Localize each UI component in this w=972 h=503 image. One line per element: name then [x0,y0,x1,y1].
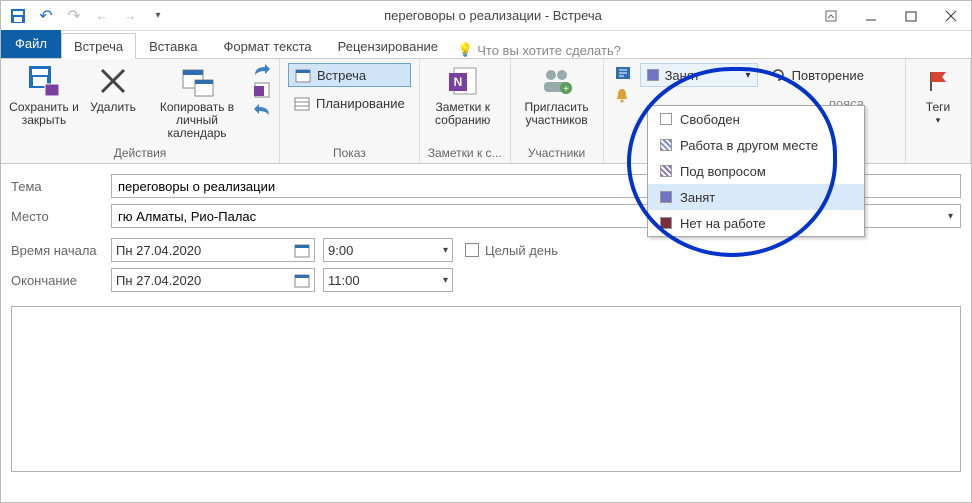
start-date-input[interactable]: Пн 27.04.2020 [111,238,315,262]
save-icon[interactable] [9,7,27,25]
end-label: Окончание [11,273,111,288]
busy-swatch-icon [660,191,672,203]
start-label: Время начала [11,243,111,258]
ribbon-collapse-icon[interactable] [811,1,851,31]
recurrence-icon [770,67,786,83]
calendar-icon [295,67,311,83]
next-icon[interactable]: → [121,7,139,25]
status-busy[interactable]: Занят [648,184,864,210]
qat-customize-icon[interactable]: ▾ [149,7,167,25]
status-free[interactable]: Свободен [648,106,864,132]
invite-attendees-button[interactable]: + Пригласить участников [519,63,595,127]
redo-icon[interactable]: ↷ [65,7,83,25]
tags-button[interactable]: Теги ▾ [914,63,962,127]
tab-meeting[interactable]: Встреча [61,33,136,59]
chevron-down-icon: ▾ [936,114,941,127]
minimize-icon[interactable] [851,1,891,31]
tentative-swatch-icon [660,165,672,177]
tab-file[interactable]: Файл [1,30,61,58]
attendees-icon: + [539,63,575,99]
prev-icon[interactable]: ← [93,7,111,25]
chevron-down-icon: ▾ [443,245,448,256]
all-day-checkbox[interactable]: Целый день [465,243,558,258]
body-textarea[interactable] [11,306,961,472]
status-tentative[interactable]: Под вопросом [648,158,864,184]
forward-icon[interactable] [253,63,271,77]
delete-button[interactable]: Удалить [85,63,141,114]
copy-calendar-button[interactable]: Копировать в личный календарь [147,63,247,140]
end-date-input[interactable]: Пн 27.04.2020 [111,268,315,292]
location-label: Место [11,209,111,224]
reply-icon[interactable] [253,103,271,117]
elsewhere-swatch-icon [660,139,672,151]
reminder-icon[interactable] [612,85,634,105]
status-oof[interactable]: Нет на работе [648,210,864,236]
save-close-button[interactable]: Сохранить и закрыть [9,63,79,127]
subject-label: Тема [11,179,111,194]
onenote-small-icon[interactable] [253,81,271,99]
calendar-picker-icon[interactable] [294,242,310,258]
chevron-down-icon: ▾ [443,275,448,286]
group-show-label: Показ [288,144,411,161]
busy-swatch-icon [647,69,659,81]
tell-me-icon: 💡 [457,42,473,58]
tell-me-input[interactable]: Что вы хотите сделать? [477,43,621,58]
planning-icon [294,95,310,111]
svg-text:N: N [453,75,462,89]
start-time-input[interactable]: 9:00 ▾ [323,238,453,262]
undo-icon[interactable]: ↶ [37,7,55,25]
window-title: переговоры о реализации - Встреча [175,8,811,23]
save-close-icon [26,63,62,99]
meeting-notes-button[interactable]: N Заметки к собранию [428,63,498,127]
tab-format[interactable]: Формат текста [210,33,324,59]
oof-swatch-icon [660,217,672,229]
show-as-dropdown[interactable]: Занят ▾ [640,63,758,87]
calendar-picker-icon[interactable] [294,272,310,288]
tab-review[interactable]: Рецензирование [325,33,451,59]
status-working-elsewhere[interactable]: Работа в другом месте [648,132,864,158]
group-attendees-label: Участники [519,144,595,161]
chevron-down-icon: ▾ [746,70,751,81]
calendar-copy-icon [179,63,215,99]
tab-insert[interactable]: Вставка [136,33,210,59]
appointment-view-button[interactable]: Встреча [288,63,411,87]
svg-text:+: + [563,84,569,95]
recurrence-button[interactable]: Повторение [764,63,870,87]
location-dropdown-button[interactable]: ▾ [941,204,961,228]
flag-icon [920,63,956,99]
maximize-icon[interactable] [891,1,931,31]
end-time-input[interactable]: 11:00 ▾ [323,268,453,292]
delete-icon [95,63,131,99]
free-swatch-icon [660,113,672,125]
show-as-menu[interactable]: Свободен Работа в другом месте Под вопро… [647,105,865,237]
scroll-marker-icon[interactable] [612,63,634,83]
scheduling-button[interactable]: Планирование [288,91,411,115]
group-actions-label: Действия [9,144,271,161]
close-icon[interactable] [931,1,971,31]
group-notes-label: Заметки к с... [428,144,502,161]
onenote-icon: N [445,63,481,99]
